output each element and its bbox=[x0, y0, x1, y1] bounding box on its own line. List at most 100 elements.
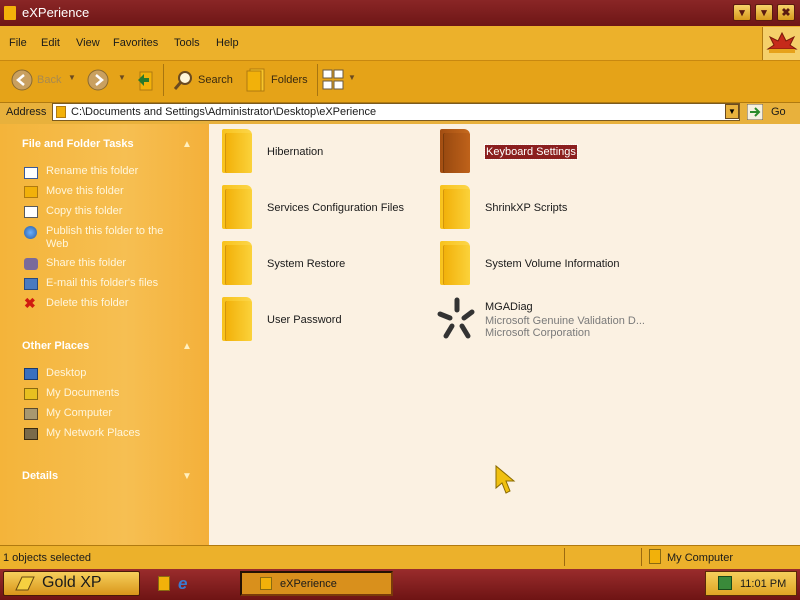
expand-chevron-icon[interactable]: ▼ bbox=[182, 471, 192, 482]
my-documents-link[interactable]: My Documents bbox=[46, 387, 119, 399]
forward-dropdown-icon[interactable]: ▼ bbox=[118, 73, 126, 82]
folder-icon[interactable] bbox=[222, 185, 252, 229]
status-location-text: My Computer bbox=[667, 552, 734, 564]
status-separator bbox=[564, 548, 565, 566]
other-places-title[interactable]: Other Places bbox=[22, 340, 89, 352]
delete-icon: ✖ bbox=[24, 295, 36, 311]
quicklaunch-folder-icon[interactable] bbox=[158, 576, 170, 591]
close-button[interactable]: ✖ bbox=[777, 4, 795, 21]
address-path: C:\Documents and Settings\Administrator\… bbox=[71, 106, 377, 118]
address-dropdown-button[interactable]: ▼ bbox=[725, 104, 739, 119]
menu-edit[interactable]: Edit bbox=[41, 37, 60, 49]
go-label: Go bbox=[771, 106, 786, 118]
folders-icon bbox=[246, 68, 265, 92]
folders-label: Folders bbox=[271, 74, 308, 86]
menu-favorites[interactable]: Favorites bbox=[113, 37, 158, 49]
taskbar-window-button[interactable]: eXPerience bbox=[240, 571, 393, 596]
details-title[interactable]: Details bbox=[22, 470, 58, 482]
folder-shrinkxp-scripts[interactable]: ShrinkXP Scripts bbox=[485, 202, 567, 214]
start-button[interactable]: Gold XP bbox=[3, 571, 140, 596]
start-logo-icon bbox=[15, 576, 35, 591]
folder-system-restore[interactable]: System Restore bbox=[267, 258, 345, 270]
taskbar-folder-icon bbox=[260, 577, 272, 590]
collapse-chevron-icon[interactable]: ▲ bbox=[182, 139, 192, 150]
minimize-button[interactable]: ▾ bbox=[733, 4, 751, 21]
app-mgadiag-company: Microsoft Corporation bbox=[485, 327, 591, 339]
views-dropdown-icon[interactable]: ▼ bbox=[348, 73, 356, 82]
go-button[interactable]: Go bbox=[745, 103, 797, 121]
address-input[interactable]: C:\Documents and Settings\Administrator\… bbox=[52, 103, 740, 121]
toolbar-separator bbox=[317, 64, 318, 96]
go-arrow-icon bbox=[747, 104, 763, 120]
email-folder-link[interactable]: E-mail this folder's files bbox=[46, 277, 158, 289]
title-bar[interactable] bbox=[0, 0, 800, 26]
search-button[interactable]: Search bbox=[170, 67, 236, 93]
menu-help[interactable]: Help bbox=[216, 37, 239, 49]
forward-arrow-icon bbox=[87, 69, 109, 91]
search-icon bbox=[173, 71, 192, 90]
folder-services-configuration-files[interactable]: Services Configuration Files bbox=[267, 202, 404, 214]
back-dropdown-icon[interactable]: ▼ bbox=[68, 73, 76, 82]
desktop-icon bbox=[24, 368, 38, 380]
system-tray: 11:01 PM bbox=[705, 571, 797, 596]
move-folder-link[interactable]: Move this folder bbox=[46, 185, 124, 197]
my-computer-link[interactable]: My Computer bbox=[46, 407, 112, 419]
maximize-button[interactable]: ▾ bbox=[755, 4, 773, 21]
file-folder-tasks-title[interactable]: File and Folder Tasks bbox=[22, 138, 134, 150]
app-mgadiag-description: Microsoft Genuine Validation D... bbox=[485, 315, 645, 327]
network-places-icon bbox=[24, 428, 38, 440]
views-button[interactable]: ▼ bbox=[322, 67, 358, 93]
copy-folder-link[interactable]: Copy this folder bbox=[46, 205, 122, 217]
delete-folder-link[interactable]: Delete this folder bbox=[46, 297, 129, 309]
publish-web-icon bbox=[24, 226, 37, 239]
toolbar-separator bbox=[163, 64, 164, 96]
window-title: eXPerience bbox=[22, 5, 90, 20]
up-folder-icon[interactable] bbox=[134, 68, 156, 92]
move-icon bbox=[24, 186, 38, 198]
folder-user-password[interactable]: User Password bbox=[267, 314, 342, 326]
views-icon bbox=[322, 69, 344, 90]
folder-icon[interactable] bbox=[222, 129, 252, 173]
window-folder-icon bbox=[4, 6, 16, 20]
folder-hibernation[interactable]: Hibernation bbox=[267, 146, 323, 158]
my-documents-icon bbox=[24, 388, 38, 400]
mgadiag-app-icon[interactable] bbox=[432, 296, 482, 344]
menu-view[interactable]: View bbox=[76, 37, 100, 49]
menu-file[interactable]: File bbox=[9, 37, 27, 49]
tray-network-icon[interactable] bbox=[718, 576, 732, 590]
taskbar-window-label: eXPerience bbox=[280, 578, 337, 590]
forward-button[interactable]: ▼ bbox=[86, 67, 126, 93]
address-label: Address bbox=[6, 106, 47, 118]
copy-icon bbox=[24, 206, 38, 218]
status-selection-text: 1 objects selected bbox=[3, 552, 92, 564]
status-separator bbox=[641, 548, 642, 566]
rename-folder-link[interactable]: Rename this folder bbox=[46, 165, 138, 177]
tray-clock[interactable]: 11:01 PM bbox=[740, 578, 786, 590]
folder-keyboard-settings[interactable]: Keyboard Settings bbox=[484, 144, 578, 160]
back-button[interactable]: Back ▼ bbox=[8, 67, 78, 93]
folder-icon[interactable] bbox=[440, 241, 470, 285]
folders-button[interactable]: Folders bbox=[243, 67, 313, 93]
folder-icon[interactable] bbox=[440, 185, 470, 229]
start-label: Gold XP bbox=[42, 574, 102, 591]
search-label: Search bbox=[198, 74, 233, 86]
share-folder-link[interactable]: Share this folder bbox=[46, 257, 126, 269]
folder-system-volume-information[interactable]: System Volume Information bbox=[485, 258, 620, 270]
app-mgadiag[interactable]: MGADiag bbox=[485, 301, 533, 313]
quicklaunch-ie-icon[interactable]: e bbox=[178, 574, 187, 594]
folder-icon[interactable] bbox=[440, 129, 470, 173]
my-computer-icon bbox=[24, 408, 38, 420]
folder-icon[interactable] bbox=[222, 241, 252, 285]
rename-icon bbox=[24, 167, 38, 179]
back-label: Back bbox=[37, 74, 62, 86]
collapse-chevron-icon[interactable]: ▲ bbox=[182, 341, 192, 352]
publish-folder-link-web[interactable]: Web bbox=[46, 238, 68, 250]
menu-tools[interactable]: Tools bbox=[174, 37, 200, 49]
mouse-cursor-icon bbox=[495, 464, 516, 494]
publish-folder-link[interactable]: Publish this folder to the bbox=[46, 225, 163, 237]
folder-icon[interactable] bbox=[222, 297, 252, 341]
desktop-link[interactable]: Desktop bbox=[46, 367, 86, 379]
status-computer-icon bbox=[649, 549, 661, 564]
address-folder-icon bbox=[56, 106, 66, 118]
my-network-places-link[interactable]: My Network Places bbox=[46, 427, 140, 439]
